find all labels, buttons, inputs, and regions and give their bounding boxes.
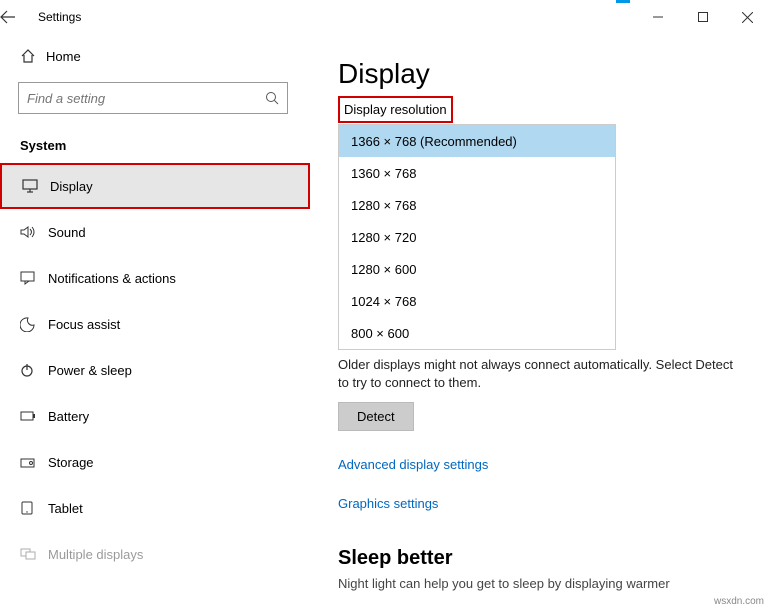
home-label: Home (46, 49, 81, 64)
minimize-button[interactable] (635, 2, 680, 32)
watermark: wsxdn.com (714, 596, 764, 607)
storage-icon (20, 456, 48, 468)
search-input[interactable] (27, 91, 247, 106)
category-label: System (0, 124, 310, 163)
resolution-option[interactable]: 1366 × 768 (Recommended) (339, 125, 615, 157)
notifications-icon (20, 271, 48, 285)
sidebar-item-label: Storage (48, 455, 94, 470)
tablet-icon (20, 501, 48, 515)
display-icon (22, 179, 50, 193)
sleep-better-heading: Sleep better (338, 547, 770, 570)
sidebar-item-label: Sound (48, 225, 86, 240)
sidebar-item-battery[interactable]: Battery (0, 393, 310, 439)
resolution-option[interactable]: 1280 × 768 (339, 189, 615, 221)
sidebar-item-label: Multiple displays (48, 547, 143, 562)
sidebar-item-power[interactable]: Power & sleep (0, 347, 310, 393)
sidebar-item-label: Power & sleep (48, 363, 132, 378)
sidebar-item-tablet[interactable]: Tablet (0, 485, 310, 531)
search-box[interactable] (18, 82, 288, 114)
detect-button[interactable]: Detect (338, 402, 414, 431)
focus-icon (20, 317, 48, 332)
sleep-hint: Night light can help you get to sleep by… (338, 576, 770, 591)
home-link[interactable]: Home (0, 34, 310, 78)
battery-icon (20, 411, 48, 421)
detect-hint: Older displays might not always connect … (338, 356, 738, 392)
sidebar-item-label: Tablet (48, 501, 83, 516)
multiple-displays-icon (20, 548, 48, 560)
resolution-option[interactable]: 1280 × 600 (339, 253, 615, 285)
resolution-option[interactable]: 1024 × 768 (339, 285, 615, 317)
sidebar-item-notifications[interactable]: Notifications & actions (0, 255, 310, 301)
sidebar-item-label: Focus assist (48, 317, 120, 332)
sidebar-item-sound[interactable]: Sound (0, 209, 310, 255)
resolution-dropdown[interactable]: 1366 × 768 (Recommended) 1360 × 768 1280… (338, 124, 616, 350)
page-title: Display (338, 58, 770, 90)
sidebar-item-display[interactable]: Display (0, 163, 310, 209)
sound-icon (20, 225, 48, 239)
window-title: Settings (38, 10, 635, 24)
home-icon (20, 48, 46, 64)
advanced-display-link[interactable]: Advanced display settings (338, 457, 770, 472)
sidebar-item-multiple[interactable]: Multiple displays (0, 531, 310, 577)
resolution-option[interactable]: 1360 × 768 (339, 157, 615, 189)
sidebar-item-label: Notifications & actions (48, 271, 176, 286)
resolution-option[interactable]: 800 × 600 (339, 317, 615, 349)
graphics-settings-link[interactable]: Graphics settings (338, 496, 770, 511)
close-button[interactable] (725, 2, 770, 32)
search-icon (265, 91, 279, 105)
back-button[interactable] (0, 9, 38, 25)
sidebar-item-storage[interactable]: Storage (0, 439, 310, 485)
maximize-button[interactable] (680, 2, 725, 32)
section-resolution-label: Display resolution (338, 96, 453, 123)
sidebar-item-focus[interactable]: Focus assist (0, 301, 310, 347)
resolution-option[interactable]: 1280 × 720 (339, 221, 615, 253)
power-icon (20, 363, 48, 377)
sidebar-item-label: Battery (48, 409, 89, 424)
sidebar-item-label: Display (50, 179, 93, 194)
